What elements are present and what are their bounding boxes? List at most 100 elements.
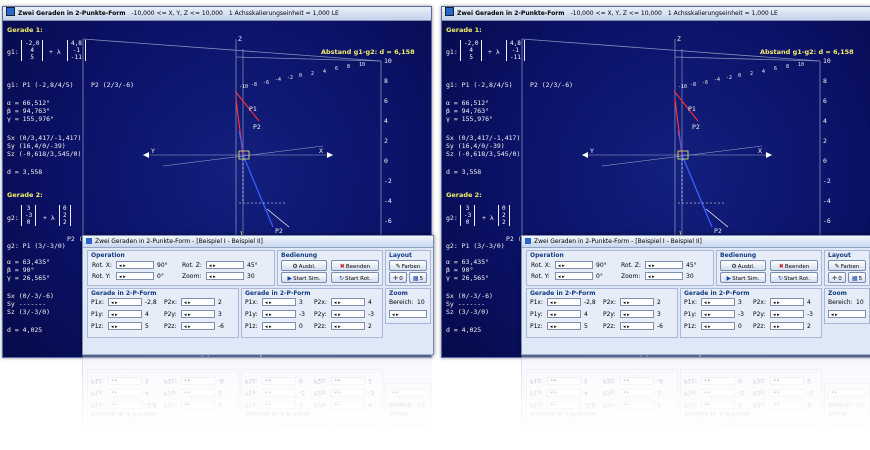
coord-spinner[interactable]: ◂ ▸ [547,310,581,318]
start-sim-button[interactable]: ▶Start Sim. [720,272,766,283]
coord-spinner[interactable]: ◂ ▸ [620,322,654,330]
coord-value: 3 [299,299,303,306]
g1-vector-p1: -2,0 4 5 [21,40,44,61]
z-tick-label: 4 [823,117,827,125]
coord-spinner[interactable]: ◂ ▸ [547,322,581,330]
bedienung-header: Bedienung [281,252,318,259]
dialog-titlebar[interactable]: Zwei Geraden in 2-Punkte-Form - [Beispie… [522,236,870,248]
axis-z-label: Z [677,35,681,43]
screenshot-right: Zwei Geraden in 2-Punkte-Form -10,000 <= … [439,0,870,446]
coord-label: P2z: [603,323,616,330]
coord-spinner[interactable]: ◂ ▸ [262,298,296,306]
window-titlebar[interactable]: Zwei Geraden in 2-Punkte-Form -10,000 <= … [442,7,870,21]
z-tick-label: -4 [384,197,392,205]
bereich-spinner[interactable]: ◂ ▸ [828,310,866,318]
coord-spinner[interactable]: ◂ ▸ [701,310,735,318]
point-p1-label: P1 [249,105,257,113]
coord-spinner[interactable]: ◂ ▸ [108,310,142,318]
coord-value: -6 [657,323,663,330]
coord-spinner[interactable]: ◂ ▸ [770,298,804,306]
rotx-spinner[interactable]: ◂ ▸ [116,261,154,269]
start-rot-button[interactable]: ↻Start Rot. [770,272,818,283]
brush-icon: ✎ [834,263,840,270]
bereich-value: 10 [417,299,425,306]
coord-label: P2y: [164,311,177,318]
line-g2 [681,154,713,228]
zoom-spinner[interactable]: ◂ ▸ [645,272,683,280]
g1-points: g1: P1 (-2,8/4/5) [7,81,74,89]
coord-spinner[interactable]: ◂ ▸ [331,298,365,306]
beenden-button[interactable]: ✖Beenden [770,260,818,271]
coord-spinner[interactable]: ◂ ▸ [181,310,215,318]
z-tick-label: 0 [823,157,827,165]
z-tick-label: 10 [384,57,392,65]
g2-alpha: α = 63,435° [7,258,51,266]
coord-value: -2,8 [584,299,596,306]
dialog-reflection: Zwei Geraden in 2-Punkte-Form - [Beispie… [521,354,870,446]
g1-label: g1: [7,48,19,56]
coord-spinner[interactable]: ◂ ▸ [108,322,142,330]
coord-spinner[interactable]: ◂ ▸ [262,322,296,330]
start-sim-button[interactable]: ▶Start Sim. [281,272,327,283]
ausbl-button[interactable]: ⚙Ausbl. [720,260,766,271]
rotz-value: 45° [686,262,697,269]
coord-label: P2z: [314,323,327,330]
zoom-value: 30 [247,273,255,280]
coord-value: -6 [218,323,224,330]
g1-sz: Sz (-0,618/3,545/0) [7,150,82,158]
coord-value: 4 [145,311,149,318]
x-tick-label: 8 [347,64,351,71]
coord-spinner[interactable]: ◂ ▸ [262,310,296,318]
beenden-button[interactable]: ✖Beenden [331,260,379,271]
dialog-title: Zwei Geraden in 2-Punkte-Form - [Beispie… [95,238,263,245]
layout-group: Layout ✎Farben ✛0 ▦5 [385,250,431,286]
start-rot-button[interactable]: ↻Start Rot. [331,272,379,283]
coord-label: P2z: [753,323,766,330]
layout-five-button[interactable]: ▦5 [409,272,427,283]
window-titlebar[interactable]: Zwei Geraden in 2-Punkte-Form -10,000 <= … [3,7,431,21]
layout-zero-button[interactable]: ✛0 [389,272,407,283]
g1-vector-dir: 4,8 -1 -11 [506,40,525,61]
coord-label: P1y: [530,311,543,318]
coord-spinner[interactable]: ◂ ▸ [620,310,654,318]
x-tick-label: 2 [311,70,315,77]
farben-button[interactable]: ✎Farben [828,260,866,271]
rotz-spinner[interactable]: ◂ ▸ [206,261,244,269]
coord-label: P2y: [753,311,766,318]
rotz-spinner[interactable]: ◂ ▸ [645,261,683,269]
farben-button[interactable]: ✎Farben [389,260,427,271]
coord-spinner[interactable]: ◂ ▸ [770,310,804,318]
x-tick-label: -6 [263,79,270,86]
coord-value: -3 [368,311,374,318]
coord-spinner[interactable]: ◂ ▸ [181,298,215,306]
coord-spinner[interactable]: ◂ ▸ [770,322,804,330]
g2-sz: Sz (3/-3/0) [7,308,51,316]
x-tick-label: -4 [275,77,282,84]
coord-spinner[interactable]: ◂ ▸ [331,310,365,318]
coord-spinner[interactable]: ◂ ▸ [701,322,735,330]
layout-zero-button[interactable]: ✛0 [828,272,846,283]
coord-spinner[interactable]: ◂ ▸ [547,298,581,306]
layout-five-button[interactable]: ▦5 [848,272,866,283]
g1-alpha: α = 66,512° [7,99,51,107]
roty-value: 0° [596,273,603,280]
aux-line [705,208,729,228]
coord-spinner[interactable]: ◂ ▸ [331,322,365,330]
bereich-spinner[interactable]: ◂ ▸ [389,310,427,318]
roty-spinner[interactable]: ◂ ▸ [116,272,154,280]
ausbl-button[interactable]: ⚙Ausbl. [281,260,327,271]
roty-label: Rot. Y: [92,273,111,280]
coord-spinner[interactable]: ◂ ▸ [108,298,142,306]
zoom-group: Zoom Bereich: 10 ◂ ▸ [824,288,870,324]
rotx-value: 90° [596,262,607,269]
zoom-spinner[interactable]: ◂ ▸ [206,272,244,280]
g1-alpha: α = 66,512° [446,99,490,107]
bereich-label: Bereich: [389,299,414,306]
dialog-titlebar[interactable]: Zwei Geraden in 2-Punkte-Form - [Beispie… [83,236,433,248]
coord-spinner[interactable]: ◂ ▸ [701,298,735,306]
roty-spinner[interactable]: ◂ ▸ [555,272,593,280]
coord-spinner[interactable]: ◂ ▸ [620,298,654,306]
rotx-spinner[interactable]: ◂ ▸ [555,261,593,269]
z-tick-label: 4 [384,117,388,125]
coord-spinner[interactable]: ◂ ▸ [181,322,215,330]
